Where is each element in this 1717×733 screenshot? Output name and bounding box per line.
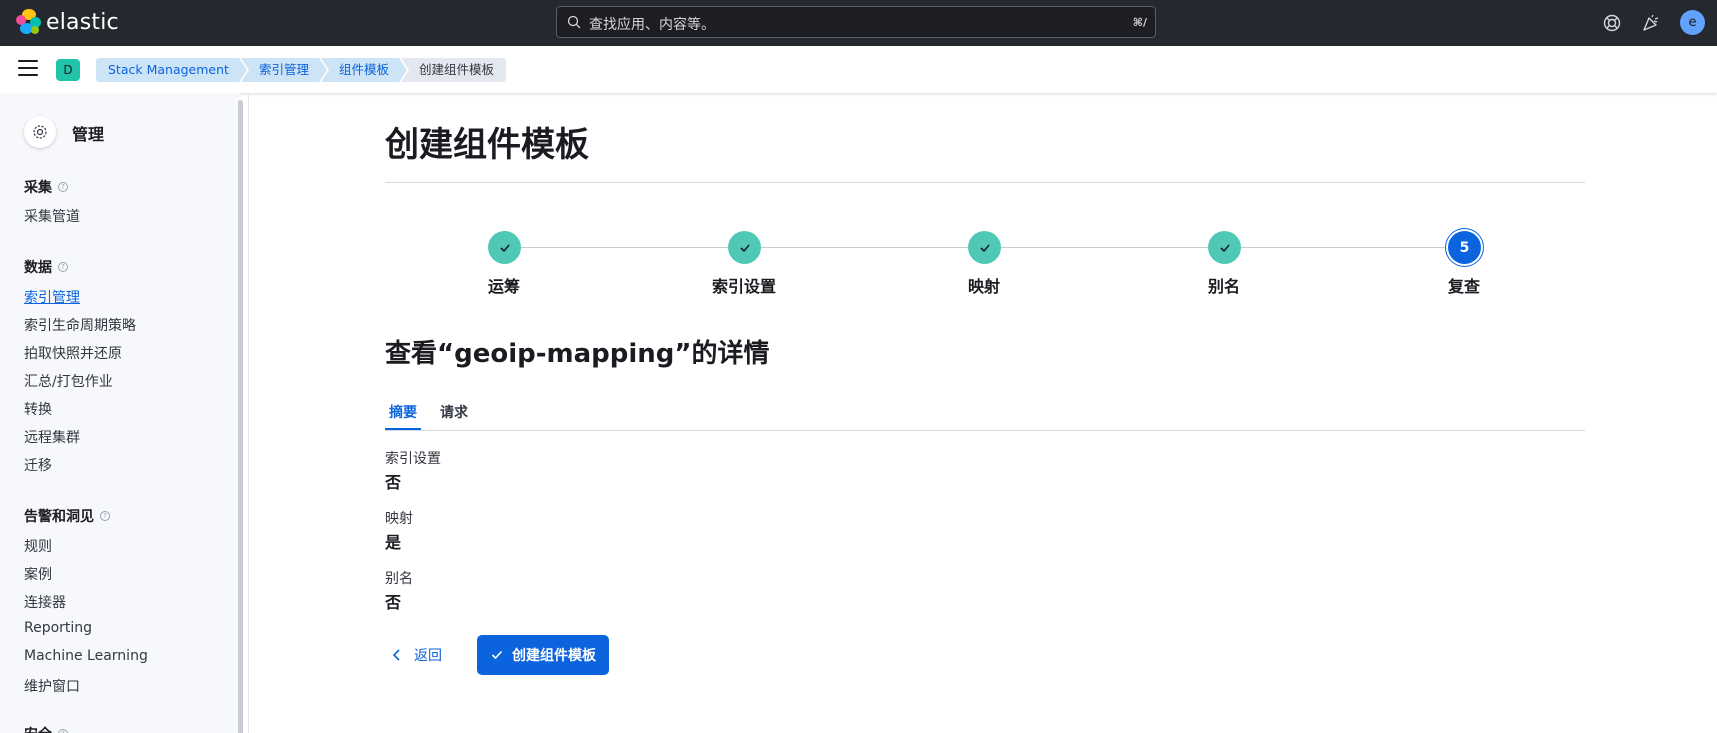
summary-value-mappings: 是 [385, 533, 402, 552]
step-3-label: 映射 [967, 277, 1000, 296]
title-divider [385, 182, 1585, 183]
step-1-label: 运筹 [487, 277, 520, 296]
sidebar-divider [248, 93, 249, 733]
breadcrumb-create-component-template: 创建组件模板 [400, 58, 506, 82]
sidebar-group-security: 安全 ? [24, 724, 68, 733]
check-icon [739, 243, 750, 252]
check-icon [1219, 243, 1230, 252]
question-icon: ? [58, 262, 68, 272]
search-icon [567, 15, 581, 29]
step-5-current: 5 [1448, 231, 1481, 264]
sidebar-group-label: 安全 [24, 724, 52, 733]
sidebar-item-machine-learning[interactable]: Machine Learning [24, 648, 148, 664]
question-icon: ? [58, 729, 68, 733]
create-component-template-button[interactable]: 创建组件模板 [477, 635, 609, 675]
breadcrumb-index-management[interactable]: 索引管理 [240, 58, 327, 82]
page-title: 创建组件模板 [385, 125, 589, 165]
sidebar-title: 管理 [72, 125, 105, 144]
top-header: elastic 查找应用、内容等。 ⌘/ e [0, 0, 1717, 46]
summary-value-aliases: 否 [385, 593, 402, 612]
sidebar-item-maintenance-windows[interactable]: 维护窗口 [24, 676, 80, 696]
sidebar-item-connectors[interactable]: 连接器 [24, 592, 66, 612]
create-button-label: 创建组件模板 [512, 648, 596, 664]
search-shortcut: ⌘/ [1132, 16, 1147, 29]
check-icon [979, 243, 990, 252]
sidebar-group-label: 告警和洞见 [24, 509, 94, 525]
sidebar-item-ilm-policies[interactable]: 索引生命周期策略 [24, 315, 136, 335]
step-1-complete[interactable] [488, 231, 521, 264]
step-5-label: 复查 [1447, 277, 1480, 296]
elastic-logo[interactable]: elastic [16, 9, 119, 35]
sidebar-item-ingest-pipelines[interactable]: 采集管道 [24, 206, 80, 226]
user-avatar[interactable]: e [1680, 10, 1705, 35]
sidebar-scrollbar[interactable] [238, 100, 243, 733]
check-icon [491, 650, 503, 660]
sidebar-item-index-management[interactable]: 索引管理 [24, 287, 80, 307]
step-4-label: 别名 [1207, 277, 1240, 296]
summary-term-aliases: 别名 [385, 571, 413, 587]
check-icon [499, 243, 510, 252]
summary-term-mappings: 映射 [385, 511, 413, 527]
sidebar-group-label: 采集 [24, 180, 52, 196]
news-feed-icon[interactable] [1639, 11, 1663, 35]
breadcrumb-bar: D Stack Management 索引管理 组件模板 创建组件模板 [0, 46, 1717, 93]
logo-text: elastic [46, 9, 119, 35]
help-icon[interactable] [1600, 11, 1624, 35]
sidebar-item-reporting[interactable]: Reporting [24, 620, 92, 636]
step-3-complete[interactable] [968, 231, 1001, 264]
sidebar-item-rules[interactable]: 规则 [24, 536, 52, 556]
breadcrumb-stack-management[interactable]: Stack Management [96, 58, 247, 82]
breadcrumb: Stack Management 索引管理 组件模板 创建组件模板 [96, 58, 508, 82]
tabs-divider [385, 430, 1585, 431]
sidebar-item-transforms[interactable]: 转换 [24, 399, 52, 419]
sidebar-group-ingest: 采集 ? [24, 177, 68, 197]
sidebar-item-remote-clusters[interactable]: 远程集群 [24, 427, 80, 447]
back-button[interactable]: 返回 [390, 636, 442, 674]
question-icon: ? [58, 182, 68, 192]
sidebar-item-snapshot-restore[interactable]: 拍取快照并还原 [24, 343, 122, 363]
step-4-complete[interactable] [1208, 231, 1241, 264]
step-2-complete[interactable] [728, 231, 761, 264]
summary-value-index-settings: 否 [385, 473, 402, 492]
sidebar-group-data: 数据 ? [24, 257, 68, 277]
space-avatar[interactable]: D [56, 59, 80, 81]
detail-title: 查看“geoip-mapping”的详情 [385, 339, 770, 369]
sidebar-item-rollup-jobs[interactable]: 汇总/打包作业 [24, 371, 113, 391]
tab-active-indicator [385, 428, 421, 430]
breadcrumb-component-templates[interactable]: 组件模板 [320, 58, 407, 82]
sidebar-item-migrate[interactable]: 迁移 [24, 455, 52, 475]
back-button-label: 返回 [414, 648, 442, 664]
tab-request[interactable]: 请求 [440, 402, 468, 422]
search-placeholder: 查找应用、内容等。 [589, 17, 715, 33]
question-icon: ? [100, 511, 110, 521]
menu-toggle-icon[interactable] [18, 60, 38, 78]
elastic-logo-icon [16, 9, 42, 35]
gear-icon [24, 116, 56, 148]
sidebar-group-label: 数据 [24, 260, 52, 276]
tab-summary[interactable]: 摘要 [389, 402, 417, 422]
step-2-label: 索引设置 [711, 277, 776, 296]
chevron-left-icon [392, 649, 400, 661]
summary-term-index-settings: 索引设置 [385, 451, 441, 467]
global-search-input[interactable]: 查找应用、内容等。 ⌘/ [556, 6, 1156, 38]
sidebar-item-cases[interactable]: 案例 [24, 564, 52, 584]
sidebar-group-alerts-insights: 告警和洞见 ? [24, 506, 110, 526]
